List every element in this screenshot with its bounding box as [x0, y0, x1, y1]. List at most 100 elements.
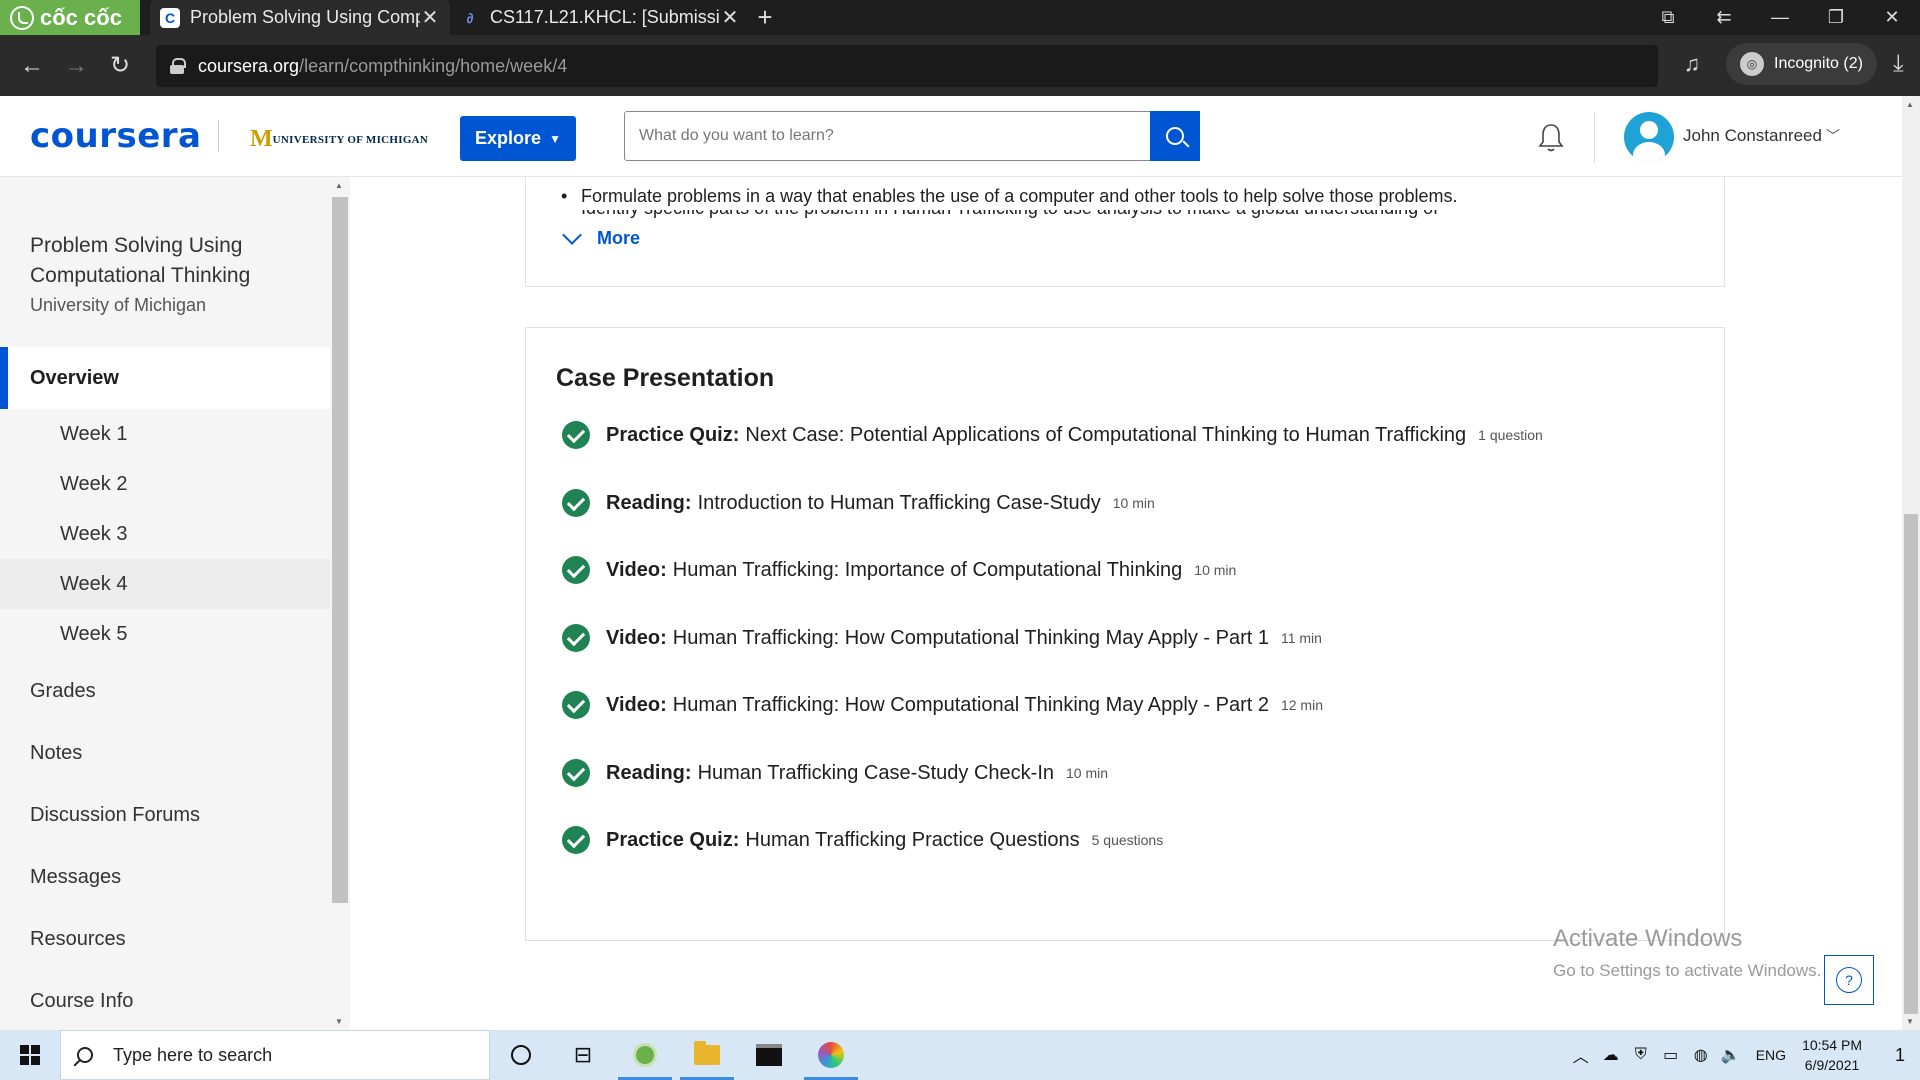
more-button[interactable]: More — [561, 224, 641, 249]
chevron-down-icon[interactable]: ﹀ — [1826, 126, 1840, 146]
download-icon[interactable]: ⤓ — [1893, 50, 1904, 78]
sidebar-scrollbar[interactable]: ▲ ▼ — [330, 177, 350, 1030]
battery-icon[interactable]: ▭ — [1656, 1045, 1686, 1065]
item-title[interactable]: Introduction to Human Trafficking Case-S… — [698, 492, 1101, 515]
list-item[interactable]: Video: Human Trafficking: Importance of … — [562, 555, 1236, 585]
list-item[interactable]: Reading: Introduction to Human Trafficki… — [562, 488, 1155, 518]
list-item[interactable]: Practice Quiz: Next Case: Potential Appl… — [562, 420, 1543, 450]
sidebar-item-resources[interactable]: Resources — [30, 928, 126, 951]
taskbar-search[interactable]: Type here to search — [60, 1030, 490, 1080]
close-window-icon[interactable]: ✕ — [1864, 7, 1920, 28]
activate-windows-watermark: Activate Windows Go to Settings to activ… — [1553, 925, 1821, 981]
scroll-down-icon[interactable]: ▼ — [1906, 1017, 1914, 1026]
notification-bell-icon[interactable] — [1536, 122, 1566, 154]
item-type: Reading: — [606, 761, 692, 784]
sidebar-scroll-thumb[interactable] — [332, 197, 348, 903]
page-scrollbar[interactable]: ▲ ▼ — [1902, 96, 1920, 1030]
incognito-button[interactable]: ◎ Incognito (2) — [1726, 43, 1877, 85]
item-title[interactable]: Human Trafficking: Importance of Computa… — [673, 559, 1183, 582]
search-button[interactable] — [1150, 111, 1200, 161]
list-item[interactable]: Video: Human Trafficking: How Computatio… — [562, 690, 1323, 720]
sidebar-item-grades[interactable]: Grades — [30, 680, 96, 703]
task-view-icon[interactable]: ⊟ — [552, 1030, 614, 1080]
sidebar-item-overview[interactable]: Overview — [0, 347, 330, 409]
paint-icon[interactable] — [800, 1030, 862, 1080]
reload-icon[interactable]: ↻ — [98, 44, 142, 88]
completed-check-icon — [562, 489, 590, 517]
search-icon — [1166, 127, 1184, 145]
more-label: More — [597, 228, 641, 248]
sidebar-item-course-info[interactable]: Course Info — [30, 990, 133, 1013]
restore-icon[interactable]: ❐ — [1808, 7, 1864, 28]
playlist-icon[interactable]: ♫ — [1672, 51, 1712, 77]
forward-arrow-icon[interactable]: → — [54, 44, 98, 88]
item-duration: 1 question — [1478, 427, 1543, 443]
cortana-icon[interactable] — [490, 1030, 552, 1080]
list-item[interactable]: Reading: Human Trafficking Case-Study Ch… — [562, 758, 1108, 788]
scroll-up-icon[interactable]: ▲ — [335, 181, 343, 190]
sidebar-item-week-4[interactable]: Week 4 — [0, 559, 330, 609]
network-globe-icon[interactable]: ◍ — [1686, 1045, 1716, 1065]
list-item[interactable]: Practice Quiz: Human Trafficking Practic… — [562, 825, 1163, 855]
back-arrow-icon[interactable]: ← — [10, 44, 54, 88]
search-box — [624, 111, 1200, 161]
scroll-up-icon[interactable]: ▲ — [1906, 100, 1914, 109]
explore-button[interactable]: Explore ▼ — [460, 116, 576, 161]
incognito-label: Incognito (2) — [1774, 55, 1863, 72]
action-center-icon[interactable]: 1 — [1880, 1030, 1920, 1080]
volume-icon[interactable]: 🔈 — [1716, 1045, 1746, 1065]
user-avatar[interactable] — [1624, 112, 1674, 162]
page-scroll-thumb[interactable] — [1904, 514, 1918, 1014]
onedrive-icon[interactable]: ☁ — [1596, 1045, 1626, 1065]
sidebar-item-notes[interactable]: Notes — [30, 742, 82, 765]
item-title[interactable]: Human Trafficking: How Computational Thi… — [673, 627, 1269, 650]
close-tab-icon[interactable]: ✕ — [420, 5, 440, 30]
share-icon[interactable]: ⇇ — [1696, 7, 1752, 28]
item-title[interactable]: Human Trafficking Practice Questions — [745, 829, 1079, 852]
sidebar-item-week-2[interactable]: Week 2 — [0, 459, 330, 509]
windows-start-icon[interactable] — [0, 1030, 60, 1080]
watermark-title: Activate Windows — [1553, 925, 1743, 952]
sidebar-item-week-1[interactable]: Week 1 — [0, 409, 330, 459]
case-presentation-card: Case Presentation Practice Quiz: Next Ca… — [525, 327, 1725, 941]
terminal-icon[interactable] — [738, 1030, 800, 1080]
new-tab-button[interactable]: + — [750, 0, 780, 35]
item-duration: 10 min — [1112, 495, 1155, 511]
tab-title: Problem Solving Using Comp — [190, 7, 420, 27]
input-language[interactable]: ENG — [1756, 1047, 1786, 1063]
sidebar-item-week-3[interactable]: Week 3 — [0, 509, 330, 559]
course-university: University of Michigan — [30, 295, 207, 315]
close-tab-icon[interactable]: ✕ — [720, 5, 740, 30]
security-icon[interactable]: ⛨ — [1626, 1046, 1656, 1064]
completed-check-icon — [562, 421, 590, 449]
lock-icon[interactable] — [170, 58, 186, 74]
coccoc-menu-button[interactable]: cốc cốc — [0, 0, 140, 35]
minimize-icon[interactable]: — — [1752, 7, 1808, 28]
item-title[interactable]: Next Case: Potential Applications of Com… — [745, 424, 1466, 447]
sidebar-item-discussion-forums[interactable]: Discussion Forums — [30, 804, 200, 827]
incognito-icon: ◎ — [1740, 52, 1764, 76]
item-type: Reading: — [606, 491, 692, 514]
sidebar-item-messages[interactable]: Messages — [30, 866, 121, 889]
taskbar-clock[interactable]: 10:54 PM 6/9/2021 — [1802, 1035, 1862, 1075]
list-item[interactable]: Video: Human Trafficking: How Computatio… — [562, 623, 1322, 653]
search-input[interactable] — [625, 112, 1150, 160]
chevron-up-icon[interactable]: ︿ — [1566, 1043, 1596, 1067]
objective-bullet-truncated-text: Identify specific parts of the problem i… — [581, 210, 1481, 219]
screenshot-icon[interactable]: ⧉ — [1640, 7, 1696, 28]
coursera-logo[interactable]: coursera — [30, 116, 202, 156]
course-title[interactable]: Problem Solving Using Computational Thin… — [30, 231, 310, 291]
tab-coursera[interactable]: C Problem Solving Using Comp ✕ — [150, 0, 450, 35]
tab-submission[interactable]: ∂ CS117.L21.KHCL: [Submission ✕ — [450, 0, 750, 35]
item-title[interactable]: Human Trafficking Case-Study Check-In — [698, 762, 1054, 785]
file-explorer-icon[interactable] — [676, 1030, 738, 1080]
completed-check-icon — [562, 691, 590, 719]
partner-logo[interactable]: M UNIVERSITY OF MICHIGAN — [250, 126, 428, 153]
coccoc-taskbar-icon[interactable] — [614, 1030, 676, 1080]
sidebar-item-week-5[interactable]: Week 5 — [0, 609, 330, 659]
scroll-down-icon[interactable]: ▼ — [335, 1017, 343, 1026]
help-button[interactable]: ? — [1824, 955, 1874, 1005]
url-field[interactable]: coursera.org/learn/compthinking/home/wee… — [156, 45, 1800, 87]
item-title[interactable]: Human Trafficking: How Computational Thi… — [673, 694, 1269, 717]
user-name[interactable]: John Constanreed — [1683, 126, 1822, 146]
